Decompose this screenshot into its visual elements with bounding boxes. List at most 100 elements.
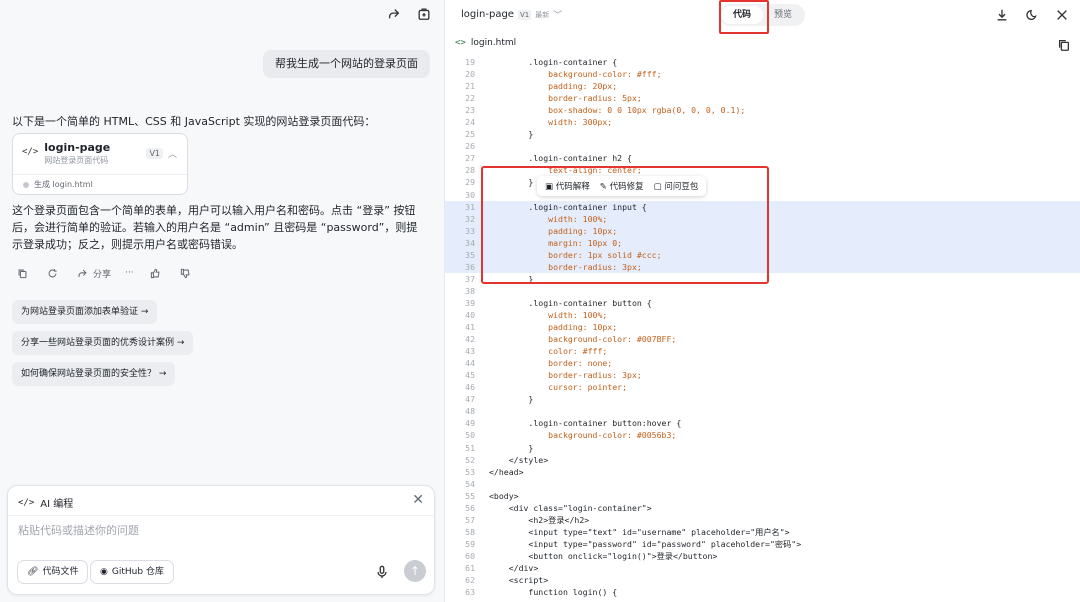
thumbs-down-icon[interactable] — [178, 265, 194, 281]
code-text: cursor: pointer; — [489, 382, 628, 393]
line-number: 63 — [465, 587, 475, 598]
line-number: 50 — [465, 430, 475, 441]
line-number: 60 — [465, 550, 475, 561]
send-button[interactable]: ↑ — [404, 560, 426, 582]
code-line[interactable]: 23 box-shadow: 0 0 10px rgba(0, 0, 0, 0.… — [445, 104, 1080, 116]
code-explain-label: 代码解释 — [555, 182, 590, 192]
close-icon[interactable]: ✕ — [412, 492, 424, 508]
code-line[interactable]: 63 function login() { — [445, 586, 1080, 598]
paperclip-icon: 🔗︎ — [27, 567, 39, 577]
code-line[interactable]: 19 .login-container { — [445, 56, 1080, 68]
assistant-intro-text: 以下是一个简单的 HTML、CSS 和 JavaScript 实现的网站登录页面… — [12, 115, 376, 128]
code-icon: </> — [18, 497, 35, 508]
code-line[interactable]: 42 background-color: #007BFF; — [445, 333, 1080, 345]
github-repo-label: GitHub 仓库 — [111, 567, 164, 577]
code-line[interactable]: 24 width: 300px; — [445, 116, 1080, 128]
code-line[interactable]: 44 border: none; — [445, 357, 1080, 369]
code-line[interactable]: 40 width: 100%; — [445, 309, 1080, 321]
more-icon[interactable]: ··· — [125, 268, 134, 278]
new-chat-icon[interactable] — [416, 6, 432, 22]
copy-icon[interactable] — [1056, 37, 1072, 53]
line-number: 22 — [465, 93, 475, 104]
code-line[interactable]: 41 padding: 10px; — [445, 321, 1080, 333]
code-text: padding: 10px; — [489, 322, 618, 333]
code-fix-button[interactable]: ✎ 代码修复 — [600, 180, 644, 192]
line-number: 57 — [465, 514, 475, 525]
code-line[interactable]: 46 cursor: pointer; — [445, 381, 1080, 393]
ask-doubao-button[interactable]: ▢ 问问豆包 — [654, 180, 699, 192]
code-line[interactable]: 21 padding: 20px; — [445, 80, 1080, 92]
close-icon[interactable] — [1054, 7, 1070, 23]
line-number: 35 — [465, 249, 475, 260]
version-badge: V1 — [517, 9, 532, 20]
download-icon[interactable] — [994, 7, 1010, 23]
share-button[interactable]: 分享 — [74, 265, 111, 281]
code-line[interactable]: 50 background-color: #0056b3; — [445, 429, 1080, 441]
code-line[interactable]: 57 <h2>登录</h2> — [445, 514, 1080, 526]
code-line[interactable]: 27 .login-container h2 { — [445, 152, 1080, 164]
suggestion-chip[interactable]: 为网站登录页面添加表单验证 → — [12, 300, 158, 324]
code-line[interactable]: 53 </head> — [445, 466, 1080, 478]
code-text: <button onclick="login()">登录</button> — [489, 550, 718, 561]
chevron-up-icon[interactable]: ︿ — [168, 147, 177, 160]
file-tab[interactable]: <> login.html — [455, 38, 516, 48]
code-line[interactable]: 62 <script> — [445, 574, 1080, 586]
code-line[interactable]: 59 <input type="password" id="password" … — [445, 538, 1080, 550]
code-file-button[interactable]: 🔗︎ 代码文件 — [17, 560, 89, 584]
code-text: <script> — [489, 575, 549, 586]
code-line[interactable]: 20 background-color: #fff; — [445, 68, 1080, 80]
chat-input[interactable] — [18, 524, 418, 537]
history-icon[interactable] — [1024, 7, 1040, 23]
code-line[interactable]: 56 <div class="login-container"> — [445, 502, 1080, 514]
code-line[interactable]: 58 <input type="text" id="username" plac… — [445, 526, 1080, 538]
code-text: <div class="login-container"> — [489, 502, 652, 513]
line-number: 39 — [465, 297, 475, 308]
code-text: color: #fff; — [489, 346, 608, 357]
code-text: .login-container { — [489, 57, 618, 67]
line-number: 61 — [465, 562, 475, 573]
code-line[interactable]: 39 .login-container button { — [445, 297, 1080, 309]
code-line[interactable]: 52 </style> — [445, 454, 1080, 466]
code-line[interactable]: 25 } — [445, 128, 1080, 140]
assistant-reply-text: 这个登录页面包含一个简单的表单，用户可以输入用户名和密码。点击 “登录” 按钮后… — [12, 204, 418, 251]
code-editor[interactable]: 19 .login-container {20 background-color… — [445, 56, 1080, 598]
code-line[interactable]: 22 border-radius: 5px; — [445, 92, 1080, 104]
code-card-subtitle: 网站登录页面代码 — [44, 156, 109, 165]
composer-divider — [8, 515, 434, 516]
latest-label: 最新 — [535, 10, 550, 19]
line-number: 27 — [465, 153, 475, 164]
code-line[interactable]: 60 <button onclick="login()">登录</button> — [445, 550, 1080, 562]
suggestion-chip[interactable]: 如何确保网站登录页面的安全性？ → — [12, 362, 176, 386]
code-text: <input type="password" id="password" pla… — [489, 538, 802, 549]
chat-bubble-icon: ▢ — [653, 182, 665, 192]
code-line[interactable]: 47 } — [445, 393, 1080, 405]
code-line[interactable]: 45 border-radius: 3px; — [445, 369, 1080, 381]
code-line[interactable]: 61 </div> — [445, 562, 1080, 574]
code-line[interactable]: 54 — [445, 478, 1080, 490]
thumbs-up-icon[interactable] — [148, 265, 164, 281]
code-line[interactable]: 51 } — [445, 442, 1080, 454]
line-number: 26 — [465, 141, 475, 152]
github-repo-button[interactable]: ◉ GitHub 仓库 — [90, 560, 174, 584]
code-artifact-card[interactable]: </> login-page 网站登录页面代码 V1 ︿ 生成 login.ht… — [12, 133, 188, 195]
code-text: border-radius: 5px; — [489, 93, 642, 104]
suggestion-chip[interactable]: 分享一些网站登录页面的优秀设计案例 → — [12, 331, 194, 355]
artifact-selector[interactable]: login-page V1 最新 ﹀ — [461, 8, 562, 21]
line-number: 34 — [465, 237, 475, 248]
line-number: 32 — [465, 213, 475, 224]
code-line[interactable]: 38 — [445, 285, 1080, 297]
code-line[interactable]: 43 color: #fff; — [445, 345, 1080, 357]
line-number: 59 — [465, 538, 475, 549]
code-line[interactable]: 48 — [445, 405, 1080, 417]
line-number: 49 — [465, 418, 475, 429]
code-line[interactable]: 49 .login-container button:hover { — [445, 417, 1080, 429]
microphone-icon[interactable] — [374, 564, 390, 580]
tab-preview[interactable]: 预览 — [763, 6, 803, 24]
code-line[interactable]: 55 <body> — [445, 490, 1080, 502]
code-line[interactable]: 26 — [445, 140, 1080, 152]
code-explain-button[interactable]: ▣ 代码解释 — [545, 180, 590, 192]
line-number: 19 — [465, 57, 475, 67]
regenerate-icon[interactable] — [44, 265, 60, 281]
copy-icon[interactable] — [14, 265, 30, 281]
share-icon[interactable] — [386, 6, 402, 22]
